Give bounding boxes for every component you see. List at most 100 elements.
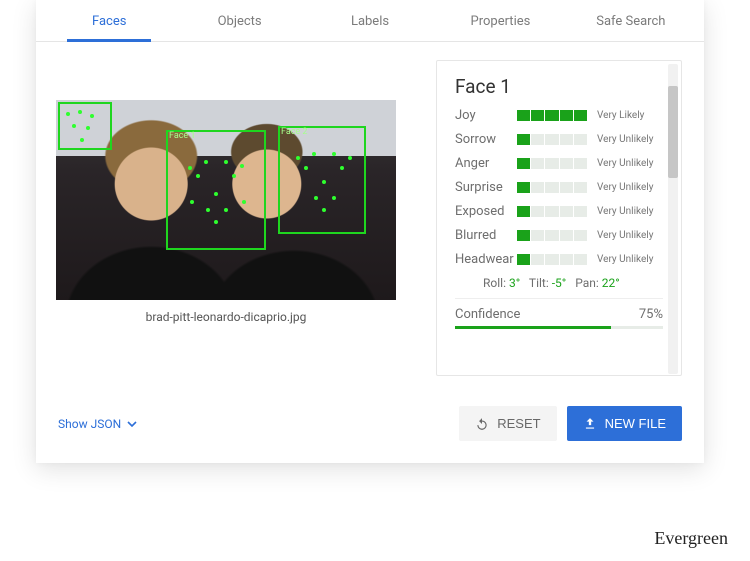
meter-segment — [517, 182, 530, 193]
landmark-dot — [332, 196, 336, 200]
meter-segment — [560, 254, 573, 265]
meter-segment — [531, 206, 544, 217]
meter-segment — [545, 206, 558, 217]
meter-segment — [545, 182, 558, 193]
meter-segment — [517, 110, 530, 121]
analyzed-image: Face 1 Face 2 — [56, 100, 396, 300]
landmark-dot — [224, 160, 228, 164]
tab-properties[interactable]: Properties — [435, 0, 565, 41]
image-column: Face 1 Face 2 — [56, 60, 436, 376]
meter-segment — [545, 110, 558, 121]
landmark-dot — [214, 192, 218, 196]
confidence-label: Confidence — [455, 307, 520, 322]
landmark-dot — [322, 180, 326, 184]
meter-segment — [574, 158, 587, 169]
landmark-dot — [332, 152, 336, 156]
landmark-dot — [314, 196, 318, 200]
attr-row-headwear: HeadwearVery Unlikely — [455, 252, 663, 267]
face-details-card: Face 1 JoyVery Likely SorrowVery Unlikely… — [436, 60, 682, 376]
confidence-value: 75% — [639, 307, 663, 322]
landmark-dot — [214, 220, 218, 224]
meter-segment — [517, 134, 530, 145]
landmark-dot — [204, 160, 208, 164]
tab-labels[interactable]: Labels — [305, 0, 435, 41]
meter-segment — [517, 158, 530, 169]
confidence-fill — [455, 326, 611, 329]
landmark-dot — [296, 156, 300, 160]
pan-value: 22° — [602, 276, 620, 290]
landmark-dot — [304, 166, 308, 170]
show-json-toggle[interactable]: Show JSON — [58, 417, 137, 431]
meter-segment — [531, 134, 544, 145]
action-bar: Show JSON RESET NEW FILE — [36, 388, 704, 463]
face-rect-label: Face 1 — [166, 130, 199, 142]
scrollbar[interactable] — [668, 64, 678, 374]
attr-row-sorrow: SorrowVery Unlikely — [455, 132, 663, 147]
landmark-dot — [80, 138, 84, 142]
likelihood-meter — [517, 206, 587, 217]
reset-button[interactable]: RESET — [459, 406, 556, 441]
roll-label: Roll: — [483, 276, 506, 290]
tab-objects[interactable]: Objects — [174, 0, 304, 41]
pan-label: Pan: — [575, 276, 599, 290]
meter-segment — [531, 182, 544, 193]
likelihood-meter — [517, 254, 587, 265]
reset-label: RESET — [497, 416, 540, 431]
details-column: Face 1 JoyVery Likely SorrowVery Unlikely… — [436, 60, 704, 376]
button-group: RESET NEW FILE — [459, 406, 682, 441]
attr-value: Very Unlikely — [597, 134, 653, 145]
tab-faces[interactable]: Faces — [44, 0, 174, 41]
upload-icon — [583, 417, 597, 431]
meter-segment — [560, 182, 573, 193]
vision-panel: Faces Objects Labels Properties Safe Sea… — [36, 0, 704, 463]
landmark-dot — [90, 114, 94, 118]
meter-segment — [517, 254, 530, 265]
landmark-dot — [190, 200, 194, 204]
new-file-button[interactable]: NEW FILE — [567, 406, 682, 441]
meter-segment — [531, 158, 544, 169]
meter-segment — [560, 206, 573, 217]
landmark-dot — [78, 110, 82, 114]
meter-segment — [531, 230, 544, 241]
meter-segment — [517, 206, 530, 217]
face-rect-1[interactable]: Face 1 — [166, 130, 266, 250]
meter-segment — [560, 158, 573, 169]
face-title: Face 1 — [455, 75, 663, 98]
brand-watermark: Evergreen — [654, 528, 728, 549]
meter-segment — [517, 230, 530, 241]
landmark-dot — [242, 200, 246, 204]
attr-label: Exposed — [455, 204, 517, 219]
face-rect-partial — [58, 102, 112, 150]
landmark-dot — [206, 208, 210, 212]
likelihood-meter — [517, 110, 587, 121]
attr-row-surprise: SurpriseVery Unlikely — [455, 180, 663, 195]
scroll-thumb[interactable] — [668, 86, 678, 178]
tab-bar: Faces Objects Labels Properties Safe Sea… — [36, 0, 704, 42]
attr-label: Anger — [455, 156, 517, 171]
attr-row-joy: JoyVery Likely — [455, 108, 663, 123]
landmark-dot — [86, 126, 90, 130]
likelihood-meter — [517, 230, 587, 241]
meter-segment — [545, 134, 558, 145]
meter-segment — [560, 134, 573, 145]
meter-segment — [531, 254, 544, 265]
roll-value: 3° — [509, 276, 520, 290]
attr-value: Very Unlikely — [597, 206, 653, 217]
chevron-down-icon — [127, 421, 137, 427]
meter-segment — [545, 230, 558, 241]
content-area: Face 1 Face 2 — [36, 42, 704, 388]
landmark-dot — [340, 166, 344, 170]
likelihood-meter — [517, 182, 587, 193]
orientation-row: Roll: 3° Tilt: -5° Pan: 22° — [455, 276, 663, 290]
new-file-label: NEW FILE — [605, 416, 666, 431]
image-filename: brad-pitt-leonardo-dicaprio.jpg — [56, 310, 396, 324]
meter-segment — [574, 182, 587, 193]
meter-segment — [545, 254, 558, 265]
meter-segment — [574, 254, 587, 265]
meter-segment — [574, 110, 587, 121]
attr-value: Very Likely — [597, 110, 644, 121]
likelihood-meter — [517, 158, 587, 169]
tab-safe-search[interactable]: Safe Search — [566, 0, 696, 41]
landmark-dot — [224, 208, 228, 212]
landmark-dot — [72, 124, 76, 128]
